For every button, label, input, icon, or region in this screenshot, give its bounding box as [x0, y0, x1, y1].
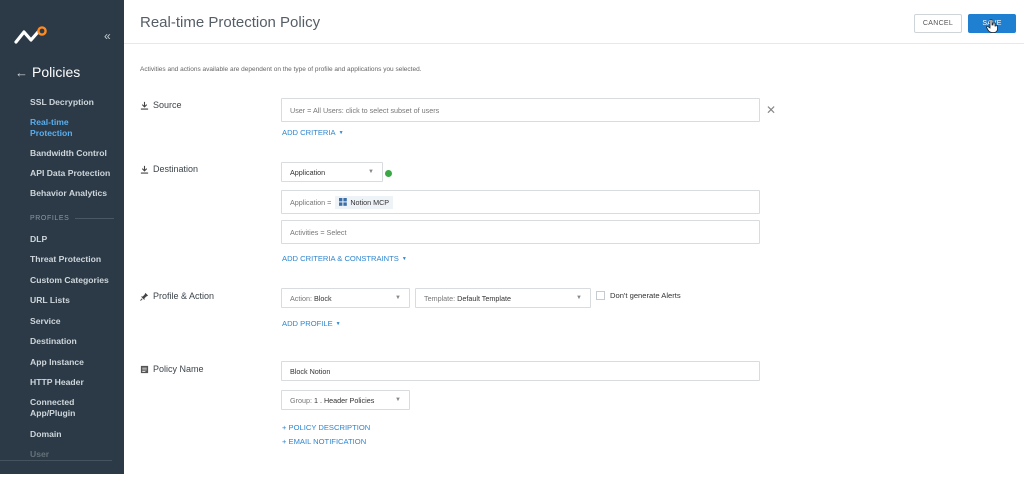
- action-select[interactable]: Action: Block ▼: [281, 288, 410, 308]
- sidebar-item-threat-protection[interactable]: Threat Protection: [30, 254, 101, 265]
- chevron-down-icon: ▼: [576, 295, 582, 301]
- sidebar-item-ssl-decryption[interactable]: SSL Decryption: [30, 97, 94, 108]
- add-criteria-constraints-link[interactable]: ADD CRITERIA & CONSTRAINTS ▼: [282, 254, 407, 263]
- add-email-notification-link[interactable]: + EMAIL NOTIFICATION: [282, 437, 366, 446]
- back-to-policies-link[interactable]: ← Policies: [15, 64, 80, 80]
- sidebar-item-behavior-analytics[interactable]: Behavior Analytics: [30, 188, 107, 199]
- sidebar-item-user[interactable]: User: [30, 449, 49, 460]
- policy-name-label: Policy Name: [140, 364, 204, 374]
- profile-action-label: Profile & Action: [140, 291, 214, 301]
- sidebar-item-url-lists[interactable]: URL Lists: [30, 295, 70, 306]
- sidebar-item-custom-categories[interactable]: Custom Categories: [30, 275, 109, 286]
- dont-generate-alerts-label: Don't generate Alerts: [610, 291, 681, 300]
- chevron-down-icon: ▼: [395, 295, 401, 301]
- destination-label: Destination: [140, 164, 198, 174]
- sidebar: « ← Policies SSL Decryption Real-time Pr…: [0, 0, 124, 474]
- arrow-left-icon: ←: [15, 64, 28, 80]
- sidebar-divider: [0, 460, 112, 461]
- sidebar-item-bandwidth-control[interactable]: Bandwidth Control: [30, 148, 107, 159]
- add-policy-description-link[interactable]: + POLICY DESCRIPTION: [282, 423, 370, 432]
- sidebar-item-real-time-protection[interactable]: Real-time Protection: [30, 117, 90, 138]
- mouse-pointer-icon: [986, 19, 998, 33]
- destination-type-select[interactable]: Application ▼: [281, 162, 383, 182]
- brand-logo-icon: [14, 26, 47, 44]
- sidebar-item-connected-app-plugin[interactable]: Connected App/Plugin: [30, 397, 110, 418]
- document-icon: [140, 365, 149, 373]
- user-icon: [140, 101, 149, 110]
- back-label: Policies: [32, 64, 81, 80]
- chevron-down-icon: ▼: [368, 169, 374, 175]
- source-label: Source: [140, 100, 182, 110]
- section-profiles: PROFILES: [30, 215, 114, 222]
- caret-down-icon: ▼: [335, 320, 341, 327]
- app-grid-icon: [339, 198, 348, 206]
- caret-down-icon: ▼: [338, 129, 344, 136]
- sidebar-item-app-instance[interactable]: App Instance: [30, 357, 84, 368]
- page-header: Real-time Protection Policy CANCEL SAVE: [124, 0, 1024, 44]
- sidebar-item-http-header[interactable]: HTTP Header: [30, 377, 84, 388]
- application-field[interactable]: Application = Notion MCP: [281, 190, 760, 214]
- source-users-field[interactable]: User = All Users: click to select subset…: [281, 98, 760, 122]
- collapse-sidebar-icon[interactable]: «: [104, 29, 111, 43]
- destination-icon: [140, 165, 149, 174]
- policy-hint-text: Activities and actions available are dep…: [140, 66, 422, 73]
- page-title: Real-time Protection Policy: [140, 14, 321, 31]
- policy-name-input[interactable]: Block Notion: [281, 361, 760, 381]
- cancel-button[interactable]: CANCEL: [914, 14, 962, 33]
- sidebar-item-dlp[interactable]: DLP: [30, 234, 47, 245]
- sidebar-item-api-data-protection[interactable]: API Data Protection: [30, 168, 110, 179]
- add-criteria-link[interactable]: ADD CRITERIA ▼: [282, 128, 344, 137]
- activities-field[interactable]: Activities = Select: [281, 220, 760, 244]
- sidebar-item-destination[interactable]: Destination: [30, 336, 77, 347]
- application-chip[interactable]: Notion MCP: [335, 195, 394, 209]
- add-profile-link[interactable]: ADD PROFILE ▼: [282, 319, 341, 328]
- section-divider: [75, 218, 114, 219]
- group-select[interactable]: Group: 1 . Header Policies ▼: [281, 390, 410, 410]
- caret-down-icon: ▼: [401, 255, 407, 262]
- sidebar-item-service[interactable]: Service: [30, 316, 61, 327]
- clear-source-icon[interactable]: ✕: [766, 103, 776, 117]
- dont-generate-alerts-checkbox[interactable]: [596, 291, 605, 300]
- sidebar-item-domain[interactable]: Domain: [30, 429, 62, 440]
- status-indicator: [385, 170, 392, 177]
- template-select[interactable]: Template: Default Template ▼: [415, 288, 591, 308]
- chevron-down-icon: ▼: [395, 397, 401, 403]
- pin-icon: [140, 292, 149, 301]
